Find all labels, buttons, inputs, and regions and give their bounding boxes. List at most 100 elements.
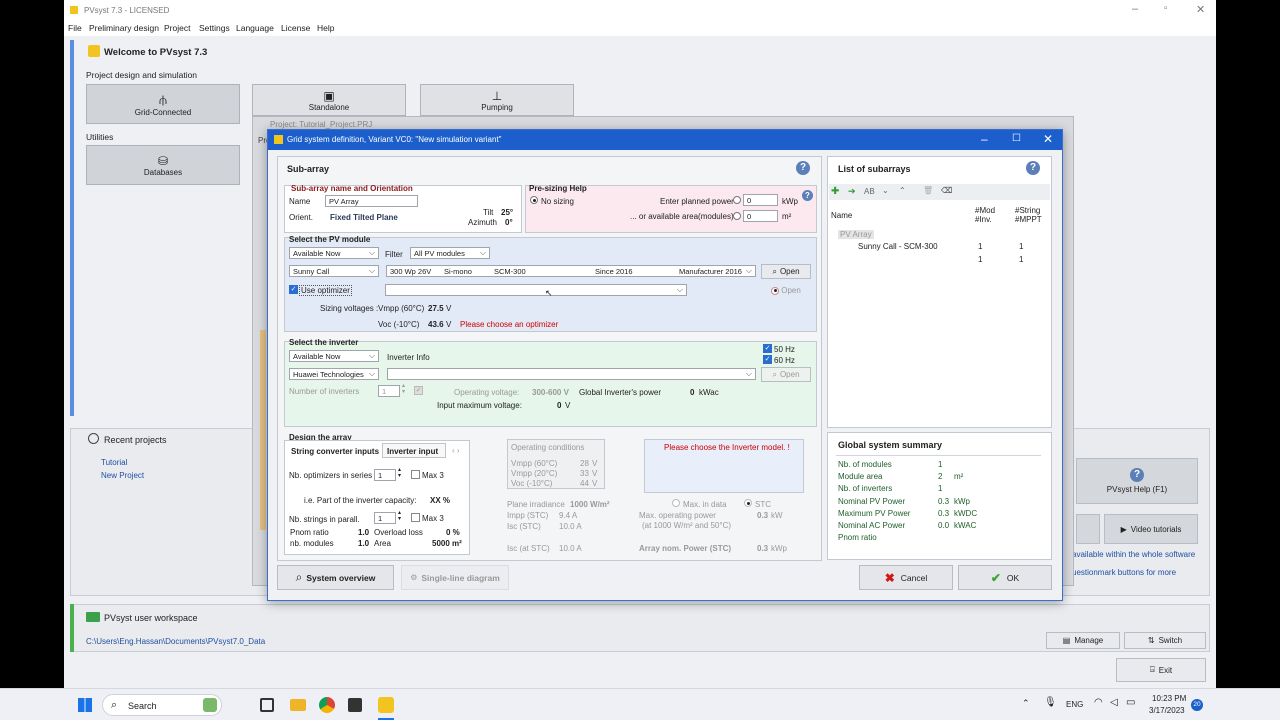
strings-parallel-spinner[interactable]: ▴ ▾ — [398, 510, 401, 522]
dialog-minimize-icon[interactable]: – — [981, 132, 988, 146]
system-overview-button[interactable]: ⌕ System overview — [277, 565, 394, 590]
menu-project[interactable]: Project — [164, 23, 190, 33]
stc-radio[interactable] — [744, 499, 752, 507]
file-explorer-icon[interactable] — [290, 699, 306, 711]
list-group-pv-array[interactable]: PV Array — [838, 230, 874, 239]
orient-value[interactable]: Fixed Tilted Plane — [330, 213, 398, 222]
workspace-path[interactable]: C:\Users\Eng.Hassan\Documents\PVsyst7.0_… — [86, 637, 265, 646]
hz60-checkbox[interactable]: ✓ — [763, 355, 772, 364]
use-optimizer-label[interactable]: Use optimizer — [299, 285, 352, 296]
inverter-manufacturer-select[interactable]: Huawei Technologies — [289, 368, 379, 380]
menu-settings[interactable]: Settings — [199, 23, 230, 33]
grid-connected-button[interactable]: ⫛ Grid-Connected — [86, 84, 240, 124]
inverter-model-select[interactable] — [387, 368, 756, 380]
standalone-button[interactable]: ▣ Standalone — [252, 84, 406, 116]
switch-button[interactable]: ⇅ Switch — [1124, 632, 1206, 649]
module-model-select[interactable]: 300 Wp 26V Si-mono SCM-300 Since 2016 Ma… — [386, 265, 756, 277]
maximize-icon[interactable]: ▫ — [1164, 3, 1168, 14]
menu-license[interactable]: License — [281, 23, 310, 33]
windows-start-icon[interactable] — [78, 698, 92, 712]
close-icon[interactable]: ✕ — [1196, 3, 1205, 16]
databases-label: Databases — [143, 167, 183, 177]
menu-preliminary-design[interactable]: Preliminary design — [89, 23, 159, 33]
cancel-button[interactable]: ✖ Cancel — [859, 565, 953, 590]
single-line-diagram-button[interactable]: ⚙ Single-line diagram — [401, 565, 509, 590]
use-optimizer-checkbox[interactable]: ✓ — [289, 285, 298, 294]
wifi-icon[interactable]: ◠ — [1094, 697, 1103, 708]
notification-badge[interactable]: 20 — [1191, 699, 1203, 711]
num-inverters-spinner[interactable]: ▴ ▾ — [402, 383, 405, 395]
clock-date[interactable]: 3/17/2023 — [1149, 706, 1185, 715]
store-icon[interactable] — [348, 698, 362, 712]
eraser-icon[interactable]: ⌫ — [941, 186, 952, 195]
inverter-open-button[interactable]: ⌕ Open — [761, 367, 811, 382]
opt-series-max3-label: Max 3 — [422, 471, 444, 480]
max-in-data-radio[interactable] — [672, 499, 680, 507]
menu-language[interactable]: Language — [236, 23, 274, 33]
strings-parallel-input[interactable]: 1 — [374, 512, 396, 524]
databases-button[interactable]: ⛁ Databases — [86, 145, 240, 185]
dialog-close-icon[interactable]: ✕ — [1043, 132, 1053, 146]
available-area-input[interactable]: 0 — [743, 210, 778, 222]
dialog-maximize-icon[interactable]: ☐ — [1012, 133, 1021, 144]
summary-row: Nb. of inverters 1 — [838, 484, 1043, 495]
array-nom-power-value: 0.3 — [757, 544, 769, 553]
no-sizing-radio[interactable] — [530, 196, 538, 204]
chrome-icon[interactable] — [319, 697, 335, 713]
menu-help[interactable]: Help — [317, 23, 334, 33]
battery-icon[interactable]: ▭ — [1126, 697, 1135, 708]
clock-time[interactable]: 10:23 PM — [1152, 694, 1186, 703]
optimizer-open-button[interactable]: Open — [771, 286, 801, 295]
tab-string-converter-inputs[interactable]: String converter inputs — [291, 447, 379, 456]
pvsyst-taskbar-icon[interactable] — [378, 697, 394, 713]
list-help-icon[interactable]: ? — [1026, 161, 1040, 175]
add-subarray-icon[interactable]: ✚ — [831, 186, 839, 197]
module-availability-select[interactable]: Available Now — [289, 247, 379, 259]
inverter-availability-select[interactable]: Available Now — [289, 350, 379, 362]
pumping-button[interactable]: ⊥ Pumping — [420, 84, 574, 116]
hz50-checkbox[interactable]: ✓ — [763, 344, 772, 353]
video-tutorials-button[interactable]: ▶ Video tutorials — [1104, 514, 1198, 544]
sizing-voltages-label: Sizing voltages : — [320, 304, 379, 313]
opt-series-input[interactable]: 1 — [374, 469, 396, 481]
opt-series-spinner[interactable]: ▴ ▾ — [398, 467, 401, 479]
strings-max3-checkbox[interactable] — [411, 513, 420, 522]
planned-power-radio[interactable] — [733, 196, 741, 204]
tab-inverter-input[interactable]: Inverter input — [382, 443, 446, 458]
volume-icon[interactable]: ◁ — [1110, 697, 1118, 708]
ok-button[interactable]: ✔ OK — [958, 565, 1052, 590]
summary-row-label: Maximum PV Power — [838, 508, 911, 518]
taskbar-search[interactable]: ⌕ Search — [102, 694, 222, 716]
rename-icon[interactable]: AB — [864, 187, 875, 196]
recent-item-tutorial[interactable]: Tutorial — [101, 458, 127, 467]
move-up-icon[interactable]: ⌃ — [899, 186, 906, 195]
language-indicator[interactable]: ENG — [1066, 700, 1083, 709]
tray-chevron-icon[interactable]: ⌃ — [1022, 698, 1030, 709]
opt-series-max3-checkbox[interactable] — [411, 470, 420, 479]
presizing-help-icon[interactable]: ? — [802, 190, 813, 201]
num-inverters-checkbox[interactable]: ✓ — [414, 386, 423, 395]
module-filter-select[interactable]: All PV modules — [410, 247, 490, 259]
minimize-icon[interactable]: – — [1132, 3, 1138, 15]
planned-power-input[interactable]: 0 — [743, 194, 778, 206]
list-row-sunny-call[interactable]: Sunny Call - SCM-300 — [858, 242, 938, 251]
delete-icon[interactable]: 🗑 — [923, 186, 933, 195]
insert-subarray-icon[interactable]: ➔ — [848, 186, 856, 197]
optimizer-select[interactable] — [385, 284, 687, 296]
subarray-name-input[interactable]: PV Array — [325, 195, 418, 207]
exit-button[interactable]: ⍈ Exit — [1116, 658, 1206, 682]
num-inverters-input[interactable]: 1 — [378, 385, 400, 397]
subarray-help-icon[interactable]: ? — [796, 161, 810, 175]
pvsyst-help-button[interactable]: ? PVsyst Help (F1) — [1076, 458, 1198, 504]
tab-scroll-arrows[interactable]: ‹ › — [452, 446, 460, 455]
task-view-icon[interactable] — [260, 698, 274, 712]
move-down-icon[interactable]: ⌄ — [882, 186, 889, 195]
module-manufacturer-select[interactable]: Sunny Call — [289, 265, 379, 277]
microphone-icon[interactable]: 🎙 — [1044, 697, 1057, 708]
manage-button[interactable]: ▤ Manage — [1046, 632, 1120, 649]
available-area-radio[interactable] — [733, 212, 741, 220]
menu-file[interactable]: File — [68, 23, 82, 33]
recent-item-new-project[interactable]: New Project — [101, 471, 144, 480]
module-open-button[interactable]: ⌕ Open — [761, 264, 811, 279]
subarray-list-heading: List of subarrays — [838, 164, 911, 174]
